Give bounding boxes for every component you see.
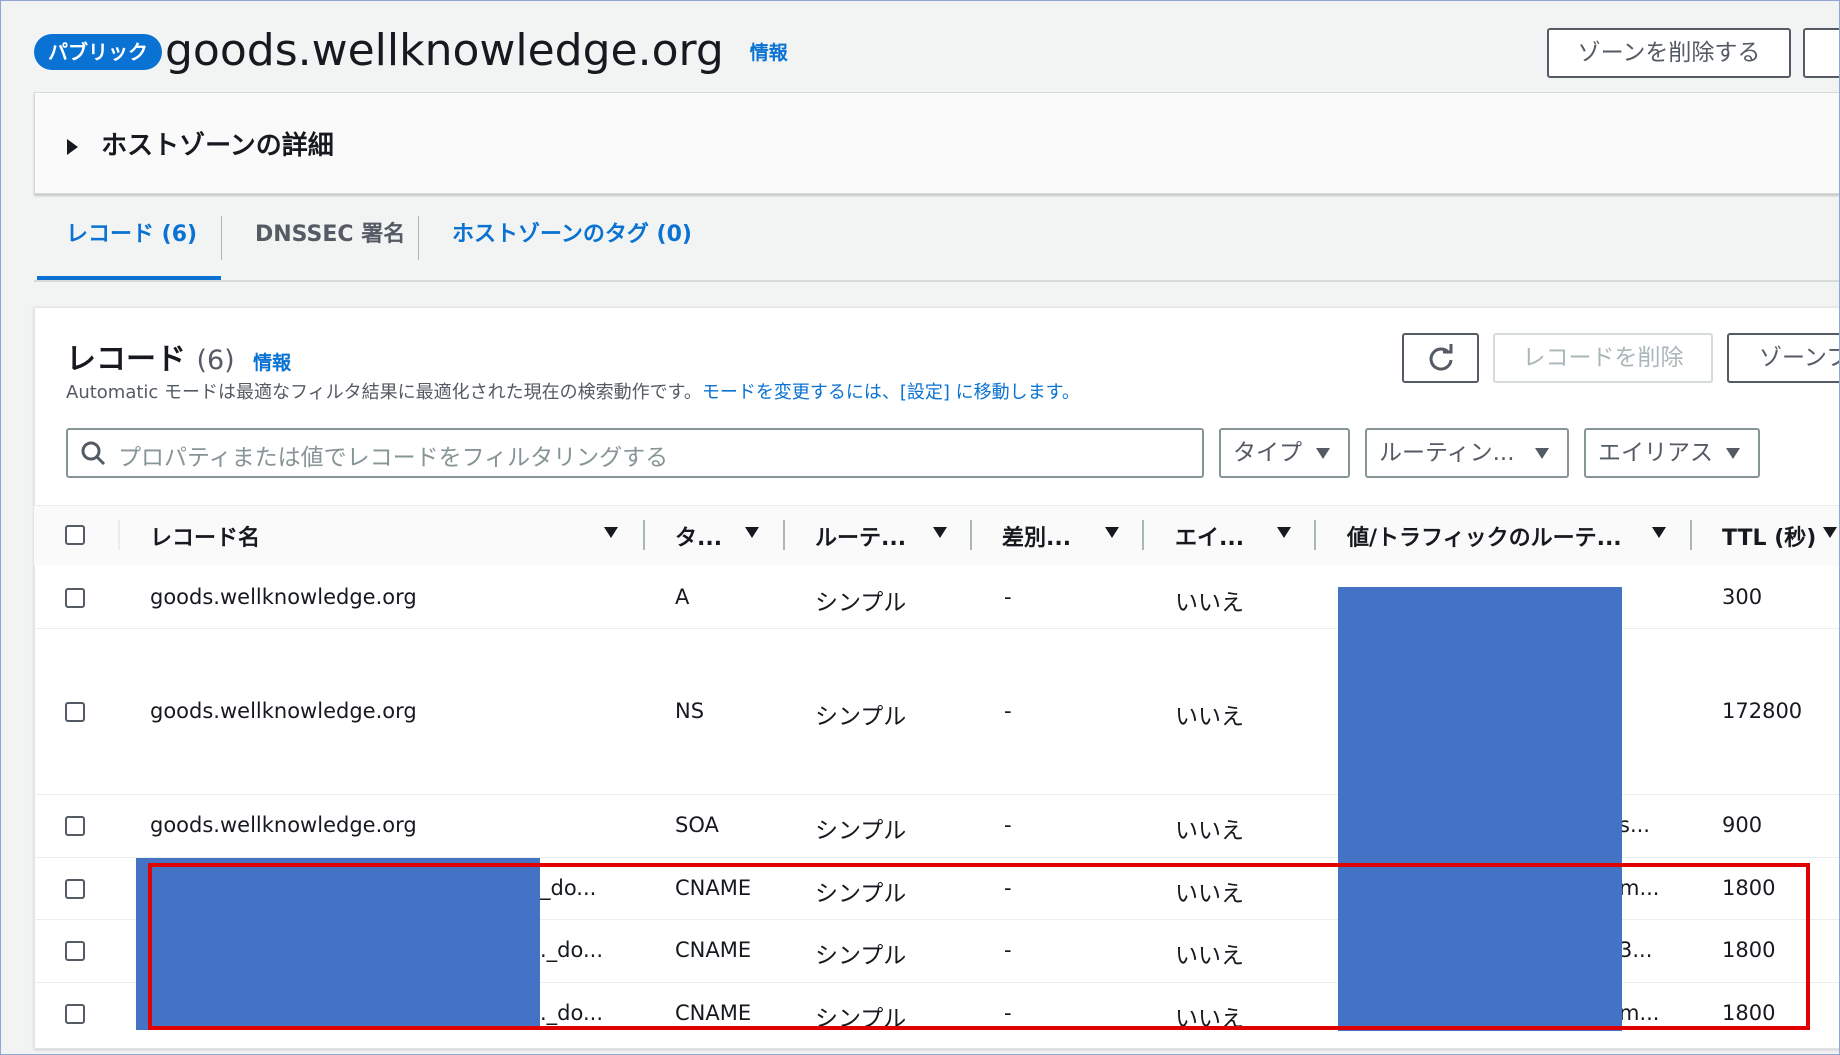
record-ttl: 172800 xyxy=(1722,699,1803,723)
details-label: ホストゾーンの詳細 xyxy=(101,131,334,161)
column-header-value[interactable]: 値/トラフィックのルーテ... xyxy=(1347,520,1622,552)
page-title: goods.wellknowledge.org 情報 xyxy=(165,22,788,82)
dropdown-caret-icon xyxy=(1726,448,1740,459)
tab-records[interactable]: レコード (6) xyxy=(66,200,197,270)
records-title: レコード xyxy=(66,342,186,377)
public-badge: パブリック xyxy=(34,34,162,70)
caret-right-icon xyxy=(67,138,78,155)
record-value: s... xyxy=(1619,813,1650,837)
record-type: A xyxy=(675,585,690,609)
settings-link[interactable]: モードを変更するには、[設定] に移動します。 xyxy=(702,382,1080,403)
column-header-type[interactable]: タ... xyxy=(675,520,722,552)
row-checkbox[interactable] xyxy=(65,879,85,899)
column-header-ttl[interactable]: TTL (秒) xyxy=(1722,520,1816,552)
search-icon xyxy=(81,441,106,466)
column-divider xyxy=(1690,520,1692,550)
record-alias: いいえ xyxy=(1175,818,1244,844)
sort-icon[interactable] xyxy=(1823,527,1837,538)
row-checkbox[interactable] xyxy=(65,1004,85,1024)
alias-filter-label: エイリアス xyxy=(1598,440,1713,466)
records-info-link[interactable]: 情報 xyxy=(253,352,291,374)
column-divider xyxy=(1314,520,1316,550)
sort-icon[interactable] xyxy=(933,527,947,538)
column-header-record-name[interactable]: レコード名 xyxy=(150,520,260,552)
column-divider xyxy=(1142,520,1144,550)
sort-icon[interactable] xyxy=(745,527,759,538)
edit-zone-button[interactable] xyxy=(1803,28,1840,78)
records-count: (6) xyxy=(196,345,235,376)
record-ttl: 900 xyxy=(1722,813,1763,837)
sort-icon[interactable] xyxy=(1105,527,1119,538)
import-zone-file-button[interactable]: ゾーンフ xyxy=(1727,333,1840,383)
select-all-checkbox[interactable] xyxy=(65,525,85,545)
record-differentiator: - xyxy=(1004,813,1012,837)
record-ttl: 300 xyxy=(1722,585,1763,609)
record-routing: シンプル xyxy=(815,590,907,616)
hosted-zone-name: goods.wellknowledge.org xyxy=(165,25,724,76)
description-text: Automatic モードは最適なフィルタ結果に最適化された現在の検索動作です。 xyxy=(66,382,702,403)
column-header-alias[interactable]: エイ... xyxy=(1175,520,1244,552)
record-type: NS xyxy=(675,699,705,723)
dropdown-caret-icon xyxy=(1316,448,1330,459)
tabs-baseline xyxy=(34,280,1840,282)
highlight-box xyxy=(148,863,1810,1030)
records-heading: レコード (6) 情報 xyxy=(66,334,291,378)
column-divider xyxy=(970,520,972,550)
refresh-icon xyxy=(1429,344,1452,371)
info-link[interactable]: 情報 xyxy=(750,42,788,64)
type-filter-label: タイプ xyxy=(1233,440,1302,466)
column-header-routing-policy[interactable]: ルーテ... xyxy=(815,520,906,552)
column-divider xyxy=(783,520,785,550)
search-placeholder: プロパティまたは値でレコードをフィルタリングする xyxy=(118,445,669,471)
routing-filter-label: ルーティン... xyxy=(1379,440,1515,466)
record-alias: いいえ xyxy=(1175,704,1244,730)
details-expander[interactable]: ホストゾーンの詳細 xyxy=(67,125,334,162)
sort-icon[interactable] xyxy=(1277,527,1291,538)
tab-divider xyxy=(418,216,419,260)
refresh-button[interactable] xyxy=(1402,333,1479,383)
tab-dnssec-signing[interactable]: DNSSEC 署名 xyxy=(255,200,405,270)
row-checkbox[interactable] xyxy=(65,702,85,722)
record-routing: シンプル xyxy=(815,818,907,844)
dropdown-caret-icon xyxy=(1535,448,1549,459)
records-description: Automatic モードは最適なフィルタ結果に最適化された現在の検索動作です。… xyxy=(66,378,1080,404)
record-differentiator: - xyxy=(1004,585,1012,609)
alias-filter[interactable]: エイリアス xyxy=(1584,428,1760,478)
tab-hosted-zone-tags[interactable]: ホストゾーンのタグ (0) xyxy=(452,200,692,270)
type-filter[interactable]: タイプ xyxy=(1219,428,1350,478)
sort-icon[interactable] xyxy=(1652,527,1666,538)
delete-zone-button[interactable]: ゾーンを削除する xyxy=(1547,28,1791,78)
record-differentiator: - xyxy=(1004,699,1012,723)
sort-icon[interactable] xyxy=(604,527,618,538)
record-routing: シンプル xyxy=(815,704,907,730)
tab-divider xyxy=(221,216,222,260)
row-checkbox[interactable] xyxy=(65,816,85,836)
records-search-box[interactable]: プロパティまたは値でレコードをフィルタリングする xyxy=(66,428,1204,478)
record-alias: いいえ xyxy=(1175,590,1244,616)
column-header-differentiator[interactable]: 差別... xyxy=(1002,520,1071,552)
row-checkbox[interactable] xyxy=(65,588,85,608)
row-checkbox[interactable] xyxy=(65,941,85,961)
record-name[interactable]: goods.wellknowledge.org xyxy=(150,585,417,609)
hosted-zone-details-panel: ホストゾーンの詳細 xyxy=(34,92,1840,194)
record-type: SOA xyxy=(675,813,719,837)
column-divider xyxy=(643,520,645,550)
record-name[interactable]: goods.wellknowledge.org xyxy=(150,813,417,837)
column-divider xyxy=(118,520,120,550)
record-name[interactable]: goods.wellknowledge.org xyxy=(150,699,417,723)
routing-filter[interactable]: ルーティン... xyxy=(1365,428,1569,478)
delete-records-button[interactable]: レコードを削除 xyxy=(1493,333,1713,383)
